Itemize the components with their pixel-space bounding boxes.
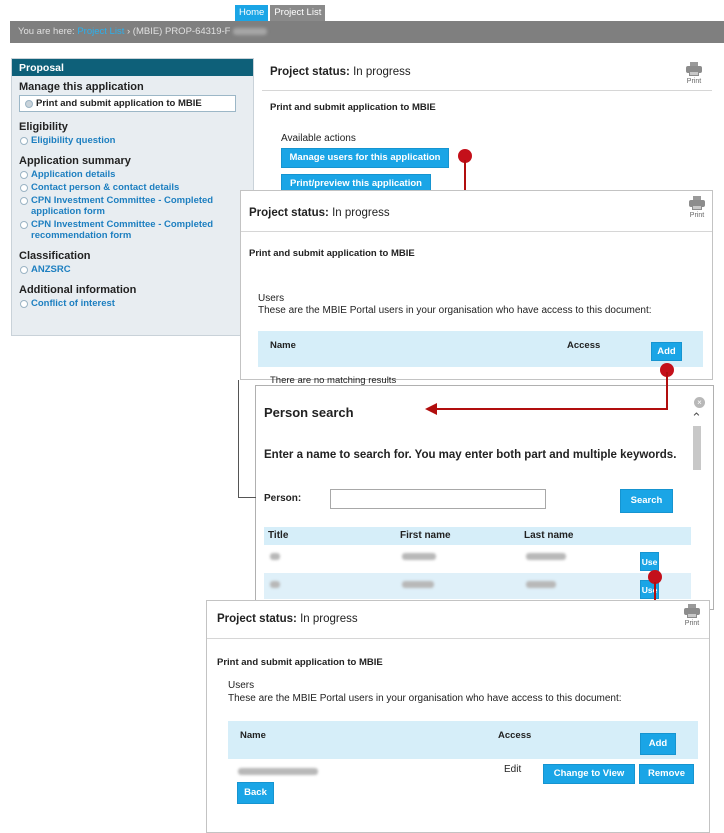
person-search-input[interactable] (330, 489, 546, 509)
project-status: Project status: In progress (217, 613, 358, 625)
print-label: Print (686, 78, 702, 85)
redacted-text (270, 553, 280, 560)
sidebar-item-eligibility[interactable]: Eligibility question (19, 135, 246, 146)
print-label: Print (689, 212, 705, 219)
redacted-text (238, 768, 318, 775)
sidebar-item-application-details[interactable]: Application details (19, 169, 246, 180)
printer-icon (686, 62, 702, 76)
print-label: Print (684, 620, 700, 627)
users-table-header: Name Access Add (258, 331, 703, 367)
table-row: Use (264, 545, 691, 573)
redacted-text (270, 581, 280, 588)
sidebar-item-contact-person[interactable]: Contact person & contact details (19, 182, 246, 193)
connector-line (238, 380, 239, 498)
annotation-arrow (435, 408, 668, 410)
column-access: Access (567, 340, 601, 351)
arrow-head-icon (425, 403, 437, 415)
column-title: Title (268, 530, 289, 541)
column-name: Name (240, 730, 266, 741)
sidebar-group-title: Additional information (19, 284, 137, 296)
chevron-up-icon[interactable]: ⌃ (691, 410, 702, 426)
sidebar-group-title: Classification (19, 250, 91, 262)
close-icon[interactable]: × (694, 397, 705, 408)
table-row: Use (264, 573, 691, 599)
status-value: In progress (300, 613, 358, 625)
add-user-button[interactable]: Add (651, 342, 682, 361)
status-label: Project status: (249, 207, 329, 219)
sidebar-group-title: Application summary (19, 155, 131, 167)
remove-button[interactable]: Remove (639, 764, 694, 784)
users-description: These are the MBIE Portal users in your … (258, 305, 652, 316)
scrollbar-thumb[interactable] (693, 426, 701, 470)
sidebar-item-anzsrc[interactable]: ANZSRC (19, 264, 246, 275)
print-button[interactable]: Print (686, 62, 702, 85)
table-row: Edit Change to View Remove (228, 759, 698, 785)
project-status: Project status: In progress (270, 66, 411, 78)
status-value: In progress (332, 207, 390, 219)
users-description: These are the MBIE Portal users in your … (228, 693, 622, 704)
top-tabs: Home Project List (235, 5, 326, 21)
manage-users-button[interactable]: Manage users for this application (281, 148, 449, 168)
back-button[interactable]: Back (237, 782, 274, 804)
section-title: Print and submit application to MBIE (270, 102, 436, 113)
manage-users-result-panel: Project status: In progress Print Print … (206, 600, 710, 833)
connector-line (238, 497, 256, 498)
sidebar-item-conflict-of-interest[interactable]: Conflict of interest (19, 298, 246, 309)
redacted-text (402, 581, 434, 588)
breadcrumb-current: › (MBIE) PROP-64319-F (126, 26, 231, 37)
manage-users-panel: Project status: In progress Print Print … (240, 190, 713, 386)
main-panel: Project status: In progress Print Print … (262, 58, 712, 198)
sidebar-item-cpn-recommendation[interactable]: CPN Investment Committee - Completed rec… (19, 219, 239, 241)
project-status: Project status: In progress (249, 207, 390, 219)
sidebar-group-title: Manage this application (19, 81, 144, 93)
redacted-text (526, 581, 556, 588)
print-button[interactable]: Print (689, 196, 705, 219)
divider (207, 638, 709, 639)
status-value: In progress (353, 66, 411, 78)
search-button[interactable]: Search (620, 489, 673, 513)
section-title: Print and submit application to MBIE (217, 657, 383, 668)
sidebar-item-print-submit[interactable]: Print and submit application to MBIE (19, 95, 236, 112)
divider (241, 231, 712, 232)
use-button[interactable]: Use (640, 552, 659, 571)
tab-home[interactable]: Home (235, 5, 269, 21)
breadcrumb-link[interactable]: Project List (77, 26, 124, 37)
column-last-name: Last name (524, 530, 574, 541)
print-button[interactable]: Print (684, 604, 700, 627)
person-search-dialog: Person search × ⌃ Enter a name to search… (255, 385, 714, 610)
search-instructions: Enter a name to search for. You may ente… (264, 449, 677, 461)
column-name: Name (270, 340, 296, 351)
sidebar-group-title: Eligibility (19, 121, 68, 133)
add-user-button[interactable]: Add (640, 733, 676, 755)
section-title: Print and submit application to MBIE (249, 248, 415, 259)
users-label: Users (258, 293, 285, 304)
status-label: Project status: (217, 613, 297, 625)
sidebar-item-cpn-application[interactable]: CPN Investment Committee - Completed app… (19, 195, 239, 217)
divider (262, 90, 712, 91)
change-to-view-button[interactable]: Change to View (543, 764, 635, 784)
person-label: Person: (264, 493, 302, 504)
annotation-arrow (666, 372, 668, 410)
redacted-text (233, 27, 268, 35)
breadcrumb: You are here: Project List › (MBIE) PROP… (18, 26, 268, 37)
dialog-title: Person search (264, 405, 354, 420)
actions-label: Available actions (281, 133, 356, 144)
printer-icon (689, 196, 705, 210)
search-results-header: Title First name Last name (264, 527, 691, 545)
tab-project-list[interactable]: Project List (270, 5, 326, 21)
status-label: Project status: (270, 66, 350, 78)
redacted-text (526, 553, 566, 560)
sidebar: Proposal Manage this application Print a… (11, 58, 254, 336)
printer-icon (684, 604, 700, 618)
breadcrumb-prefix: You are here: (18, 26, 75, 37)
sidebar-header: Proposal (12, 59, 253, 76)
redacted-text (402, 553, 436, 560)
column-access: Access (498, 730, 532, 741)
users-label: Users (228, 680, 255, 691)
users-table-header: Name Access Add (228, 721, 698, 759)
column-first-name: First name (400, 530, 451, 541)
access-value: Edit (504, 764, 522, 775)
